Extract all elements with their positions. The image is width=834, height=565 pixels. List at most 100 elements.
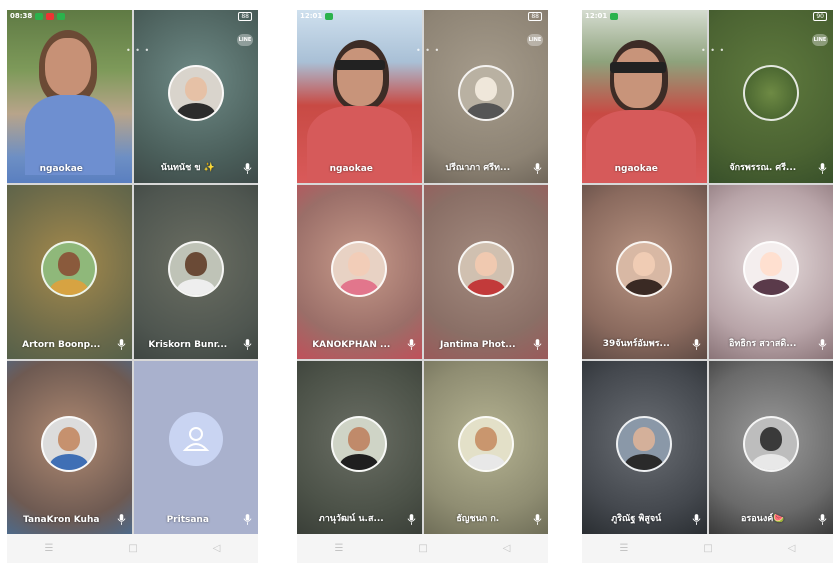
video-tile[interactable]: อรอนงค์🍉 — [708, 360, 833, 534]
microphone-icon — [818, 514, 827, 525]
video-tile[interactable]: ภานุวัฒน์ น.ส... — [297, 360, 422, 534]
phone-screen-3: 12:01 ngaokae 90 LINE จักรพรรณ. ศรี... 3… — [582, 10, 833, 563]
video-tile[interactable]: TanaKron Kuha — [7, 360, 132, 534]
participant-name: อิทธิกร สวาสดิ... — [729, 338, 797, 349]
notification-icon — [46, 12, 55, 20]
notification-icon — [57, 12, 66, 20]
video-tile[interactable]: ภูริณัฐ พิสูจน์ — [582, 360, 707, 534]
video-tile-self[interactable]: 08:38 ngaokae — [7, 10, 132, 184]
home-icon[interactable]: □ — [128, 543, 137, 554]
video-tile[interactable]: Artorn Boonp... — [7, 185, 132, 359]
menu-icon[interactable]: ☰ — [44, 543, 53, 554]
avatar — [41, 415, 98, 472]
video-tile[interactable]: KANOKPHAN ... — [297, 185, 422, 359]
microphone-icon — [818, 338, 827, 350]
participant-name: ปรีณาภา ศรีท... — [445, 163, 511, 174]
video-tile[interactable]: อิทธิกร สวาสดิ... — [708, 185, 833, 359]
participant-name: Pritsana — [166, 514, 209, 525]
video-tile[interactable]: Jantima Phot... — [423, 185, 548, 359]
video-grid: 12:01 ngaokae 90 LINE จักรพรรณ. ศรี... 3… — [582, 10, 833, 534]
microphone-icon — [243, 338, 252, 350]
avatar — [742, 415, 799, 472]
microphone-icon — [692, 514, 700, 525]
microphone-icon — [117, 514, 125, 525]
avatar — [331, 415, 388, 472]
avatar — [331, 240, 388, 297]
video-tile[interactable]: 39จันทร์อัมพร... — [582, 185, 707, 359]
home-icon[interactable]: □ — [703, 543, 712, 554]
participant-name: ngaokae — [39, 164, 83, 175]
microphone-icon — [533, 163, 542, 175]
line-app-icon: LINE — [237, 34, 253, 46]
microphone-icon — [117, 338, 125, 350]
navigation-bar: ☰ □ ◁ — [7, 534, 258, 563]
video-tile[interactable]: Pritsana — [133, 360, 258, 534]
line-app-icon: LINE — [812, 34, 828, 46]
avatar — [41, 240, 98, 297]
line-app-icon — [325, 12, 334, 20]
video-tile-self[interactable]: 12:01 ngaokae — [582, 10, 707, 184]
menu-icon[interactable]: ☰ — [619, 543, 628, 554]
participant-name: ngaokae — [614, 164, 658, 175]
participant-name: ภานุวัฒน์ น.ส... — [318, 513, 384, 524]
battery-indicator: 88 — [238, 12, 252, 21]
pager-dots: • • • — [126, 46, 151, 55]
menu-icon[interactable]: ☰ — [334, 543, 343, 554]
status-time: 12:01 — [585, 12, 608, 20]
participant-name: 39จันทร์อัมพร... — [602, 338, 670, 349]
participant-name: ธัญชนก ก. — [456, 513, 500, 524]
participant-name: ภูริณัฐ พิสูจน์ — [611, 513, 662, 524]
video-grid: 12:01 ngaokae 88 LINE ปรีณาภา ศรีท... KA… — [297, 10, 548, 534]
line-app-icon — [35, 12, 44, 20]
status-time: 12:01 — [300, 12, 323, 20]
battery-indicator: 88 — [528, 12, 542, 21]
video-tile[interactable]: ธัญชนก ก. — [423, 360, 548, 534]
microphone-icon — [692, 338, 700, 350]
line-app-icon: LINE — [527, 34, 543, 46]
line-app-icon — [610, 12, 619, 20]
navigation-bar: ☰ □ ◁ — [297, 534, 548, 563]
avatar — [457, 65, 514, 122]
phone-screen-2: 12:01 ngaokae 88 LINE ปรีณาภา ศรีท... KA… — [297, 10, 548, 563]
phone-screen-1: 08:38 ngaokae 88 LINE นันทนัช ข ✨ Artorn… — [7, 10, 258, 563]
status-bar: 08:38 — [7, 10, 132, 22]
avatar — [616, 415, 673, 472]
battery-indicator: 90 — [813, 12, 827, 21]
avatar — [167, 240, 224, 297]
avatar — [616, 240, 673, 297]
participant-name: อรอนงค์🍉 — [741, 513, 785, 524]
avatar — [457, 240, 514, 297]
microphone-icon — [243, 163, 252, 175]
pager-dots: • • • — [701, 46, 726, 55]
video-tile[interactable]: 88 LINE นันทนัช ข ✨ — [133, 10, 258, 184]
status-time: 08:38 — [10, 12, 33, 20]
back-icon[interactable]: ◁ — [788, 543, 796, 554]
microphone-icon — [243, 514, 252, 525]
person-icon — [168, 411, 223, 466]
back-icon[interactable]: ◁ — [213, 543, 221, 554]
video-tile[interactable]: 88 LINE ปรีณาภา ศรีท... — [423, 10, 548, 184]
microphone-icon — [407, 514, 415, 525]
microphone-icon — [407, 338, 415, 350]
navigation-bar: ☰ □ ◁ — [582, 534, 833, 563]
participant-name: จักรพรรณ. ศรี... — [729, 163, 797, 174]
back-icon[interactable]: ◁ — [503, 543, 511, 554]
video-tile[interactable]: 90 LINE จักรพรรณ. ศรี... — [708, 10, 833, 184]
video-tile-self[interactable]: 12:01 ngaokae — [297, 10, 422, 184]
participant-name: TanaKron Kuha — [23, 514, 100, 525]
participant-name: KANOKPHAN ... — [312, 339, 391, 350]
home-icon[interactable]: □ — [418, 543, 427, 554]
pager-dots: • • • — [416, 46, 441, 55]
video-grid: 08:38 ngaokae 88 LINE นันทนัช ข ✨ Artorn… — [7, 10, 258, 534]
video-tile[interactable]: Kriskorn Bunr... — [133, 185, 258, 359]
participant-name: Artorn Boonp... — [22, 339, 101, 350]
avatar — [742, 240, 799, 297]
avatar — [742, 65, 799, 122]
participant-name: นันทนัช ข ✨ — [160, 163, 215, 174]
participant-name: Jantima Phot... — [439, 339, 516, 350]
microphone-icon — [533, 338, 542, 350]
microphone-icon — [818, 163, 827, 175]
status-bar: 12:01 — [582, 10, 707, 22]
avatar — [457, 415, 514, 472]
microphone-icon — [533, 514, 542, 525]
